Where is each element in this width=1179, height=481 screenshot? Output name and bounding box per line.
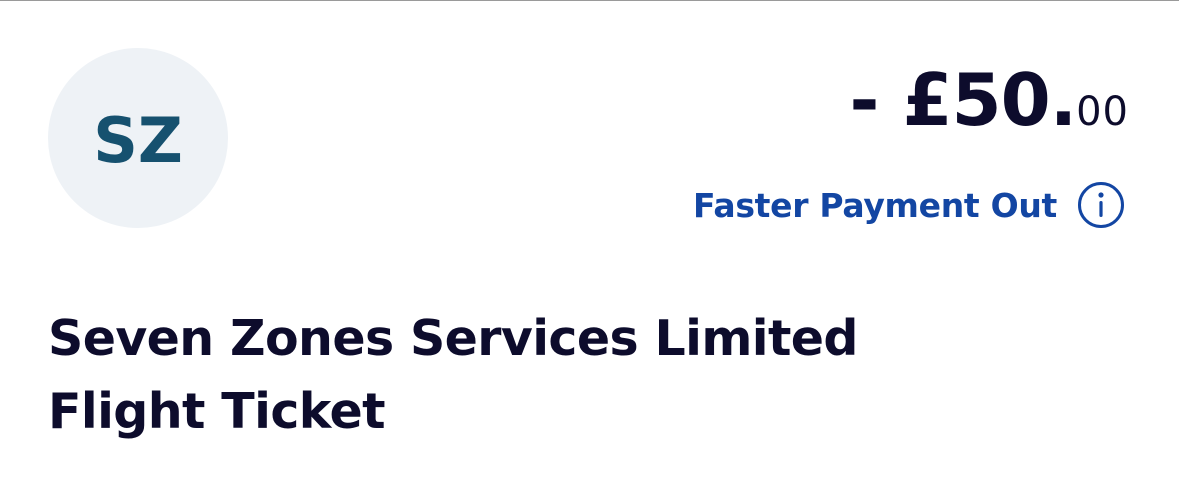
transaction-description: Seven Zones Services Limited Flight Tick… — [48, 302, 1128, 448]
transaction-amount: - £50. 00 — [850, 58, 1130, 142]
info-icon[interactable] — [1077, 181, 1125, 229]
amount-main: - £50. — [849, 58, 1078, 142]
payment-type-row: Faster Payment Out — [693, 178, 1125, 232]
amount-pence: 00 — [1076, 89, 1129, 135]
payment-reference: Flight Ticket — [48, 383, 386, 440]
avatar-initials: SZ — [93, 103, 183, 177]
payee-avatar: SZ — [48, 48, 228, 228]
payee-name: Seven Zones Services Limited — [48, 310, 859, 367]
top-divider — [0, 0, 1179, 1]
payment-type-label: Faster Payment Out — [693, 185, 1057, 225]
